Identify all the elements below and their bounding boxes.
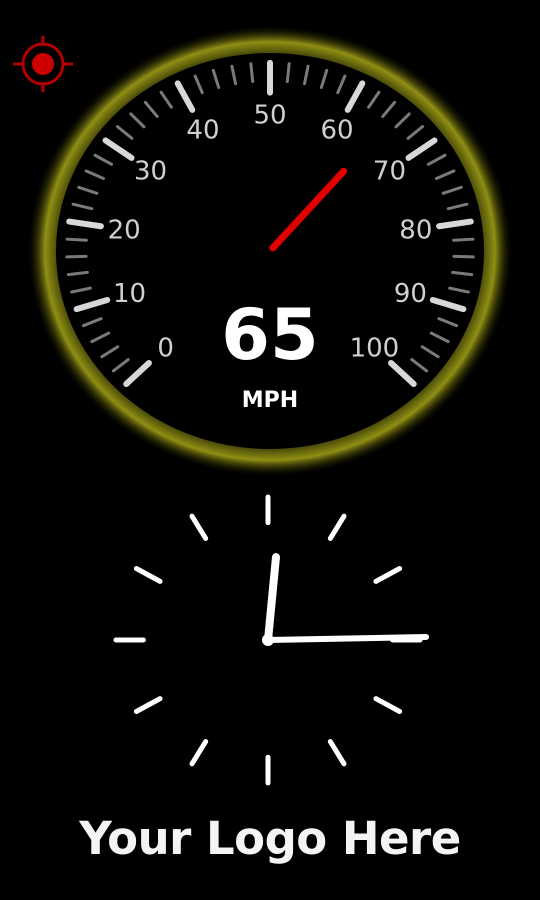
scale-label: 30 [134, 157, 167, 187]
hour-marker [327, 513, 347, 541]
analog-clock [113, 494, 430, 786]
hour-marker [327, 739, 347, 767]
scale-label: 90 [394, 279, 427, 309]
hour-marker [373, 566, 403, 584]
hour-marker [189, 739, 209, 767]
minor-tick [452, 237, 475, 242]
hour-marker [133, 566, 163, 584]
scale-label: 10 [113, 279, 146, 309]
clock-minute-hand [265, 634, 430, 643]
scale-label: 50 [253, 100, 286, 130]
scale-label: 100 [350, 334, 400, 364]
scale-label: 0 [157, 334, 174, 364]
minor-tick [249, 62, 255, 83]
clock-hour-hand [264, 553, 280, 644]
clock-center-pin [262, 634, 274, 646]
logo-text: Your Logo Here [79, 812, 461, 865]
hour-marker [133, 696, 163, 714]
scale-label: 70 [373, 157, 406, 187]
speed-readout: 65 [221, 294, 318, 376]
speedometer-gauge: 0 10 20 30 40 50 60 70 80 90 100 65 MPH [28, 26, 512, 476]
scale-label: 40 [186, 115, 219, 145]
hour-marker [189, 513, 209, 541]
hour-marker [373, 696, 403, 714]
minor-tick [285, 62, 291, 83]
minor-tick [65, 237, 88, 242]
minor-tick [452, 254, 475, 259]
scale-label: 20 [108, 216, 141, 246]
speed-unit-label: MPH [242, 388, 298, 413]
scale-label: 80 [399, 216, 432, 246]
minor-tick [65, 254, 88, 259]
scale-label: 60 [320, 115, 353, 145]
